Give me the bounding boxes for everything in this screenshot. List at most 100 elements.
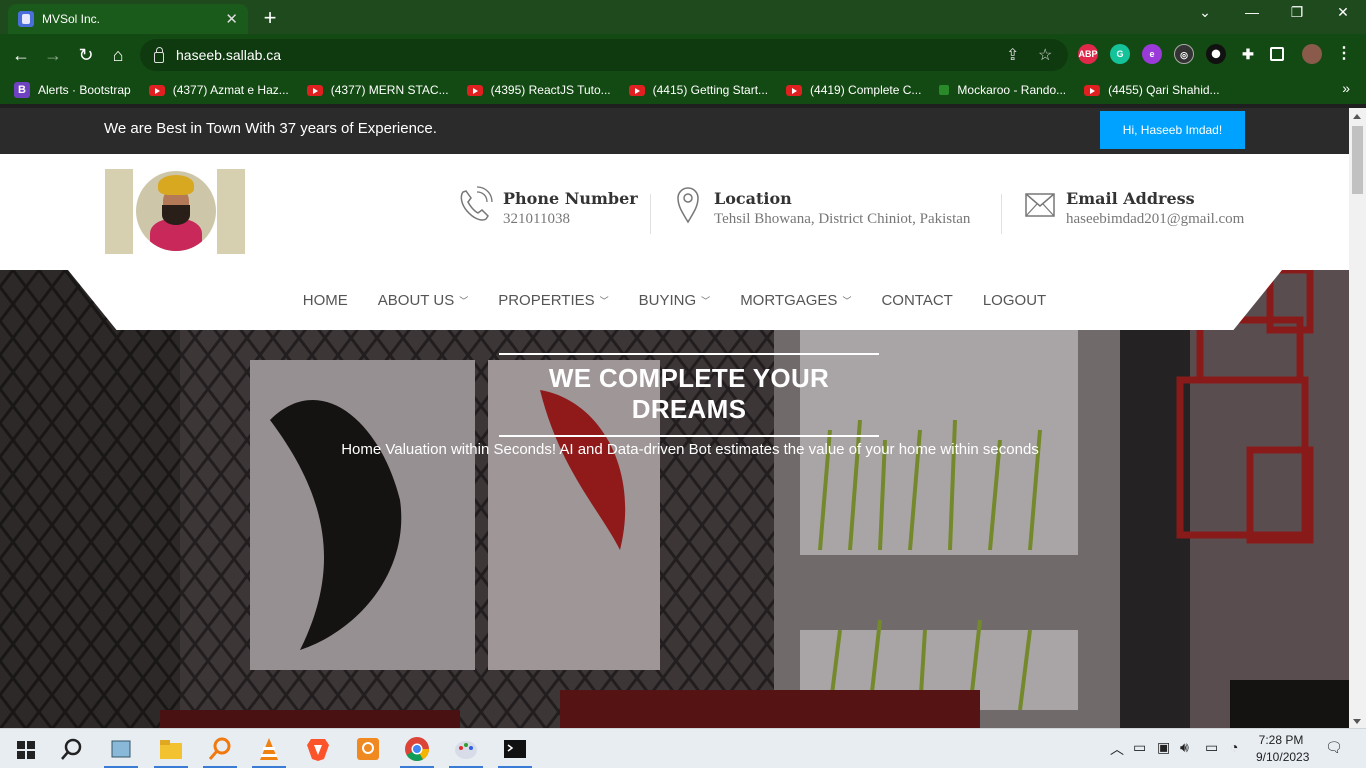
- bookmark-item[interactable]: Mockaroo - Rando...: [939, 83, 1066, 97]
- chevron-down-icon: ﹀: [599, 295, 609, 306]
- envelope-icon: [1025, 193, 1055, 217]
- lock-icon: [154, 46, 164, 63]
- bookmarks-bar: B Alerts · Bootstrap (4377) Azmat e Haz..…: [0, 76, 1366, 104]
- youtube-icon: [786, 84, 803, 96]
- search-icon[interactable]: [58, 735, 86, 763]
- network-device-icon[interactable]: ▭: [1133, 739, 1146, 756]
- nav-contact[interactable]: CONTACT: [881, 292, 952, 309]
- page-scrollbar[interactable]: [1349, 108, 1366, 728]
- pdf-app-icon[interactable]: [354, 735, 382, 763]
- youtube-icon: [148, 84, 165, 96]
- grammarly-extension-icon[interactable]: G: [1110, 44, 1130, 64]
- adblock-extension-icon[interactable]: ABP: [1078, 44, 1098, 64]
- new-tab-button[interactable]: +: [258, 5, 282, 31]
- chrome-icon[interactable]: [403, 735, 431, 763]
- chevron-down-icon: ﹀: [842, 295, 852, 306]
- vlc-icon[interactable]: [255, 735, 283, 763]
- tab-title: MVSol Inc.: [42, 12, 101, 26]
- reload-icon[interactable]: ↻: [73, 42, 99, 68]
- notification-icon[interactable]: 🗨︎: [1325, 739, 1343, 756]
- divider: [650, 194, 651, 234]
- web-page: We are Best in Town With 37 years of Exp…: [0, 108, 1349, 728]
- os-taskbar: ︿ ▭ ▣ 🔊︎ ▭ ◔ 7:28 PM 9/10/2023 🗨︎: [0, 728, 1366, 768]
- chevron-down-icon: ﹀: [459, 295, 469, 306]
- mockaroo-icon: [939, 85, 950, 95]
- minimize-button[interactable]: —: [1237, 4, 1267, 20]
- scroll-down-arrow-icon[interactable]: [1353, 719, 1361, 724]
- magnifier-app-icon[interactable]: [206, 735, 234, 763]
- youtube-icon: [466, 84, 483, 96]
- profile-photo: [136, 171, 216, 251]
- top-info-strip: We are Best in Town With 37 years of Exp…: [0, 108, 1349, 154]
- location-pin-icon: [677, 187, 699, 224]
- terminal-icon[interactable]: [501, 735, 529, 763]
- battery-icon[interactable]: ▭: [1205, 739, 1218, 756]
- paint-app-icon[interactable]: [452, 735, 480, 763]
- nav-logout[interactable]: LOGOUT: [983, 292, 1046, 309]
- bootstrap-icon: B: [14, 82, 30, 98]
- restore-button[interactable]: ❐: [1282, 4, 1312, 21]
- bookmark-item[interactable]: (4377) MERN STAC...: [306, 83, 449, 97]
- user-greeting-button[interactable]: Hi, Haseeb Imdad!: [1100, 111, 1245, 149]
- nav-home[interactable]: HOME: [303, 292, 348, 309]
- app-tray-icon[interactable]: ▣: [1157, 739, 1170, 756]
- chatgpt-extension-icon[interactable]: ◎: [1174, 44, 1194, 64]
- hero-subtitle: Home Valuation within Seconds! AI and Da…: [341, 441, 1039, 458]
- side-panel-icon[interactable]: [1270, 47, 1284, 61]
- nav-about-us[interactable]: ABOUT US ﹀: [378, 292, 468, 309]
- home-icon[interactable]: ⌂: [105, 42, 131, 68]
- task-view-icon[interactable]: [107, 735, 135, 763]
- brave-browser-icon[interactable]: [304, 735, 332, 763]
- file-explorer-icon[interactable]: [157, 735, 185, 763]
- profile-avatar-icon[interactable]: [1302, 44, 1322, 64]
- extension-icon[interactable]: e: [1142, 44, 1162, 64]
- bookmark-star-icon[interactable]: ☆: [1038, 45, 1052, 65]
- bookmarks-overflow-icon[interactable]: »: [1342, 80, 1350, 96]
- site-header: Phone Number 321011038 Location Tehsil B…: [0, 154, 1349, 270]
- tagline: We are Best in Town With 37 years of Exp…: [104, 120, 437, 137]
- main-navigation: HOME ABOUT US ﹀ PROPERTIES ﹀ BUYING ﹀ MORTG…: [0, 270, 1349, 330]
- browser-tab-strip: MVSol Inc. ✕ + ⌄ — ❐ ✕: [0, 0, 1366, 34]
- extensions-puzzle-icon[interactable]: ✚: [1238, 44, 1258, 64]
- email-label: Email Address: [1066, 189, 1195, 208]
- nav-mortgages[interactable]: MORTGAGES ﹀: [740, 292, 851, 309]
- bookmark-item[interactable]: (4419) Complete C...: [786, 83, 921, 97]
- nav-properties[interactable]: PROPERTIES ﹀: [498, 292, 608, 309]
- bookmark-item[interactable]: B Alerts · Bootstrap: [14, 82, 131, 98]
- bookmark-item[interactable]: (4455) Qari Shahid...: [1084, 83, 1220, 97]
- nav-buying[interactable]: BUYING ﹀: [639, 292, 711, 309]
- bookmark-item[interactable]: (4377) Azmat e Haz...: [148, 83, 289, 97]
- forward-arrow-icon[interactable]: →: [40, 42, 66, 68]
- contact-location: Location Tehsil Bhowana, District Chinio…: [676, 184, 970, 228]
- scroll-up-arrow-icon[interactable]: [1353, 114, 1361, 119]
- phone-icon: [460, 186, 493, 221]
- site-favicon-icon: [18, 11, 34, 27]
- hero-banner: [0, 270, 1349, 728]
- scrollbar-thumb[interactable]: [1352, 126, 1363, 194]
- youtube-icon: [1084, 84, 1101, 96]
- browser-tab[interactable]: MVSol Inc. ✕: [8, 4, 248, 34]
- browser-menu-icon[interactable]: ⋮: [1334, 44, 1354, 64]
- email-value: haseebimdad201@gmail.com: [1066, 211, 1245, 227]
- phone-label: Phone Number: [503, 189, 638, 208]
- chevron-down-icon: ﹀: [701, 295, 711, 306]
- contact-email: Email Address haseebimdad201@gmail.com: [1024, 184, 1244, 228]
- close-window-button[interactable]: ✕: [1328, 4, 1358, 21]
- volume-icon[interactable]: 🔊︎: [1180, 739, 1189, 756]
- share-icon[interactable]: ⇪: [1006, 45, 1019, 65]
- site-logo[interactable]: [105, 169, 245, 254]
- address-bar[interactable]: haseeb.sallab.ca ⇪ ☆: [140, 39, 1068, 71]
- tray-chevron-up-icon[interactable]: ︿: [1110, 739, 1124, 759]
- hero-title: WE COMPLETE YOUR DREAMS: [499, 353, 879, 437]
- wifi-icon[interactable]: ◔: [1230, 739, 1238, 755]
- tab-close-icon[interactable]: ✕: [225, 10, 238, 28]
- location-label: Location: [714, 189, 792, 208]
- bookmark-item[interactable]: (4415) Getting Start...: [628, 83, 768, 97]
- system-clock[interactable]: 7:28 PM 9/10/2023: [1256, 732, 1309, 766]
- location-value: Tehsil Bhowana, District Chiniot, Pakist…: [714, 211, 971, 227]
- bookmark-item[interactable]: (4395) ReactJS Tuto...: [466, 83, 611, 97]
- github-extension-icon[interactable]: ⬤: [1206, 44, 1226, 64]
- windows-start-icon[interactable]: [12, 735, 40, 763]
- tab-search-icon[interactable]: ⌄: [1190, 4, 1220, 21]
- back-arrow-icon[interactable]: ←: [8, 42, 34, 68]
